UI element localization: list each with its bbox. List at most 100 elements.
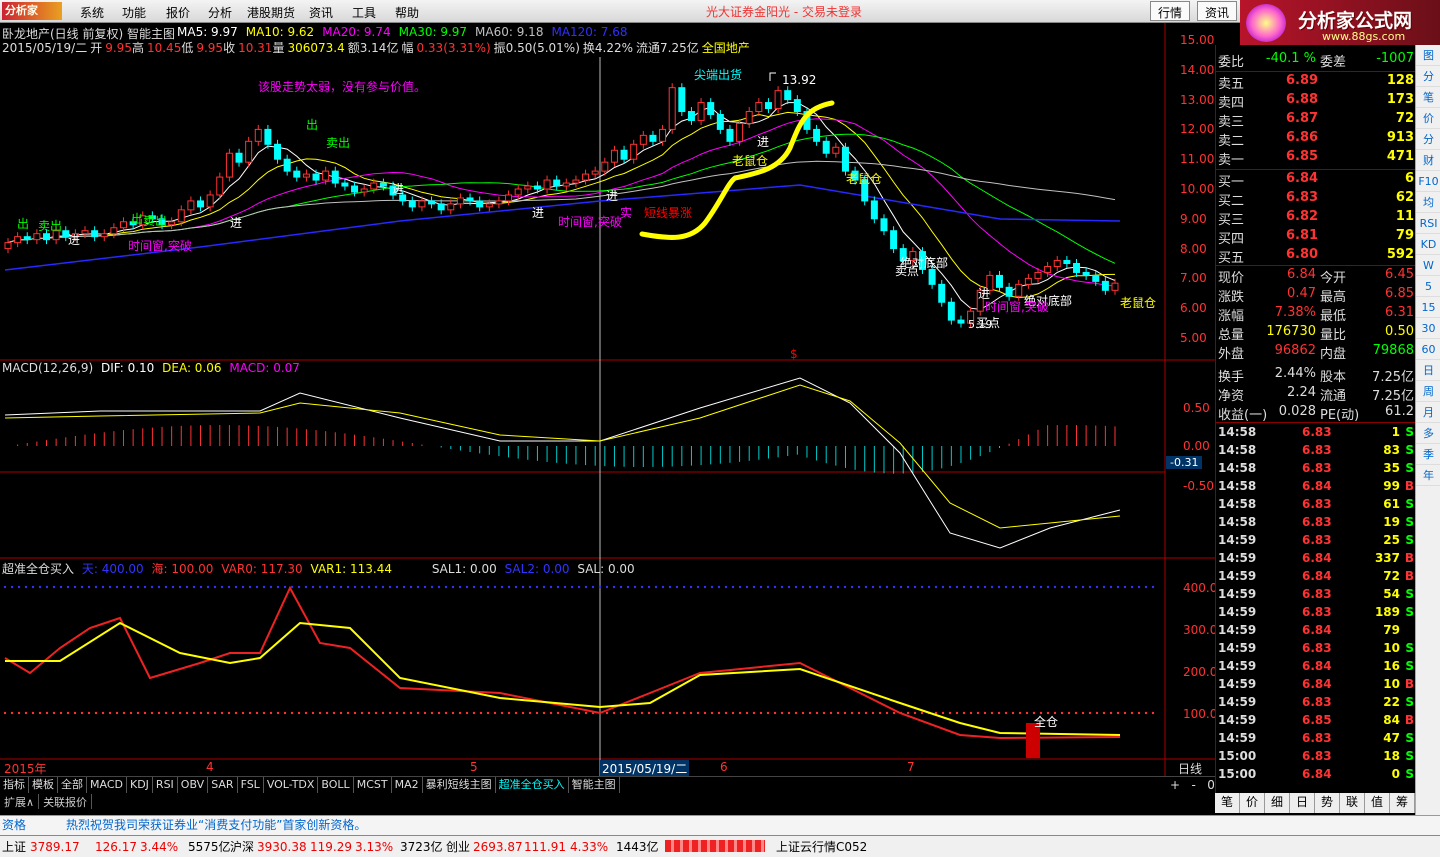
hai-dot: [3, 711, 7, 715]
quote-bottom-tab[interactable]: 日: [1290, 793, 1315, 813]
sidebar-button[interactable]: 均: [1416, 192, 1440, 213]
tian-dot: [178, 585, 182, 589]
menu-system[interactable]: 系统: [80, 4, 104, 21]
menu-quote[interactable]: 报价: [166, 4, 190, 21]
quote-value: 6.85: [1385, 286, 1414, 301]
menu-tools[interactable]: 工具: [352, 4, 376, 21]
stat-row: 涨跌 0.47 最高 6.85: [1216, 286, 1416, 305]
price-tick: 15.00: [1180, 33, 1215, 47]
tian-dot: [437, 585, 441, 589]
tian-dot: [227, 585, 231, 589]
indicator-tab[interactable]: 超准全仓买入: [496, 777, 569, 793]
hai-dot: [556, 711, 560, 715]
sidebar-button[interactable]: RSI: [1416, 213, 1440, 234]
quote-bottom-tab[interactable]: 笔: [1215, 793, 1240, 813]
candle-body: [43, 233, 51, 241]
news-button[interactable]: 资讯: [1197, 1, 1238, 21]
indicator-tab[interactable]: MCST: [354, 777, 392, 793]
sidebar-button[interactable]: 笔: [1416, 87, 1440, 108]
candle-body: [110, 227, 118, 235]
tian-dot: [871, 585, 875, 589]
indicator-tab[interactable]: 指标: [0, 777, 29, 793]
menu-futures[interactable]: 港股期货: [247, 4, 295, 21]
sidebar-button[interactable]: 价: [1416, 108, 1440, 129]
indicator-tab[interactable]: OBV: [178, 777, 209, 793]
tick-price: 6.83: [1302, 533, 1332, 547]
hai-dot: [234, 711, 238, 715]
info-item: 9.95: [196, 41, 224, 55]
sidebar-button[interactable]: F10: [1416, 171, 1440, 192]
sidebar-button[interactable]: 日: [1416, 360, 1440, 381]
tian-dot: [3, 585, 7, 589]
cloud-quote-label[interactable]: 上证云行情C052: [776, 837, 867, 857]
candle-body: [957, 319, 965, 324]
sidebar-button[interactable]: 周: [1416, 381, 1440, 402]
hai-dot: [570, 711, 574, 715]
hai-dot: [640, 711, 644, 715]
tick-price: 6.84: [1302, 659, 1332, 673]
zoom-controls[interactable]: + - 0: [1170, 778, 1215, 792]
quote-bottom-tab[interactable]: 势: [1315, 793, 1340, 813]
tick-row: 14:59 6.83 47 S: [1216, 731, 1416, 749]
brand-banner[interactable]: 分析家公式网 www.88gs.com: [1240, 0, 1440, 45]
sidebar-button[interactable]: 5: [1416, 276, 1440, 297]
indicator-tab[interactable]: VOL-TDX: [264, 777, 319, 793]
indicator-tab[interactable]: 模板: [29, 777, 58, 793]
quote-bottom-tab[interactable]: 值: [1365, 793, 1390, 813]
menu-analysis[interactable]: 分析: [208, 4, 232, 21]
quote-label: 委差: [1320, 55, 1347, 70]
indicator-tab[interactable]: 全部: [58, 777, 87, 793]
news-text[interactable]: 热烈祝贺我司荣获证券业“消费支付功能”首家创新资格。: [66, 816, 366, 834]
sidebar-button[interactable]: 60: [1416, 339, 1440, 360]
menu-function[interactable]: 功能: [122, 4, 146, 21]
indicator-tab[interactable]: FSL: [238, 777, 264, 793]
indicator-tab[interactable]: SAR: [208, 777, 238, 793]
indicator-tab[interactable]: 暴利短线主图: [423, 777, 496, 793]
indicator-tab[interactable]: 智能主图: [569, 777, 620, 793]
hai-dot: [1060, 711, 1064, 715]
sidebar-button[interactable]: 多: [1416, 423, 1440, 444]
indicator-tab[interactable]: MACD: [87, 777, 127, 793]
ind3-tian: 天: 400.00: [81, 562, 144, 576]
sidebar-button[interactable]: 年: [1416, 465, 1440, 486]
candle-body: [187, 200, 195, 211]
quote-label: 量比: [1320, 328, 1347, 343]
indicator-tab[interactable]: RSI: [153, 777, 178, 793]
related-quote-tab[interactable]: 关联报价: [39, 794, 93, 809]
quote-bottom-tab[interactable]: 细: [1265, 793, 1290, 813]
sidebar-button[interactable]: W: [1416, 255, 1440, 276]
quote-button[interactable]: 行情: [1150, 1, 1191, 21]
hai-dot: [486, 711, 490, 715]
tian-dot: [780, 585, 784, 589]
hai-dot: [150, 711, 154, 715]
window-title: 光大证券金阳光 - 交易未登录: [706, 5, 862, 19]
quote-bottom-tab[interactable]: 联: [1340, 793, 1365, 813]
sidebar-button[interactable]: 15: [1416, 297, 1440, 318]
sidebar-button[interactable]: 图: [1416, 45, 1440, 66]
indicator-tab[interactable]: BOLL: [318, 777, 354, 793]
period-label[interactable]: 日线: [1178, 760, 1202, 777]
sidebar-button[interactable]: 分: [1416, 66, 1440, 87]
indicator-tab[interactable]: KDJ: [127, 777, 153, 793]
chart-canvas[interactable]: [0, 23, 1215, 776]
sidebar-button[interactable]: KD: [1416, 234, 1440, 255]
tian-dot: [311, 585, 315, 589]
quote-bottom-tab[interactable]: 筹: [1390, 793, 1415, 813]
tick-price: 6.83: [1302, 749, 1332, 763]
sidebar-button[interactable]: 财: [1416, 150, 1440, 171]
quote-bottom-tab[interactable]: 价: [1240, 793, 1265, 813]
sidebar-button[interactable]: 分: [1416, 129, 1440, 150]
news-ticker[interactable]: 资格 热烈祝贺我司荣获证券业“消费支付功能”首家创新资格。: [0, 815, 1440, 835]
tick-volume: 16: [1383, 659, 1400, 673]
in-label-6: 进: [757, 135, 770, 149]
expand-tab[interactable]: 扩展∧: [0, 794, 40, 809]
ask-row: 卖三 6.87 72: [1216, 111, 1416, 130]
tian-dot: [752, 585, 756, 589]
menu-info[interactable]: 资讯: [309, 4, 333, 21]
menu-help[interactable]: 帮助: [395, 4, 419, 21]
sidebar-button[interactable]: 30: [1416, 318, 1440, 339]
macd-tick: 0.50: [1183, 401, 1210, 415]
sidebar-button[interactable]: 月: [1416, 402, 1440, 423]
sidebar-button[interactable]: 季: [1416, 444, 1440, 465]
indicator-tab[interactable]: MA2: [392, 777, 423, 793]
